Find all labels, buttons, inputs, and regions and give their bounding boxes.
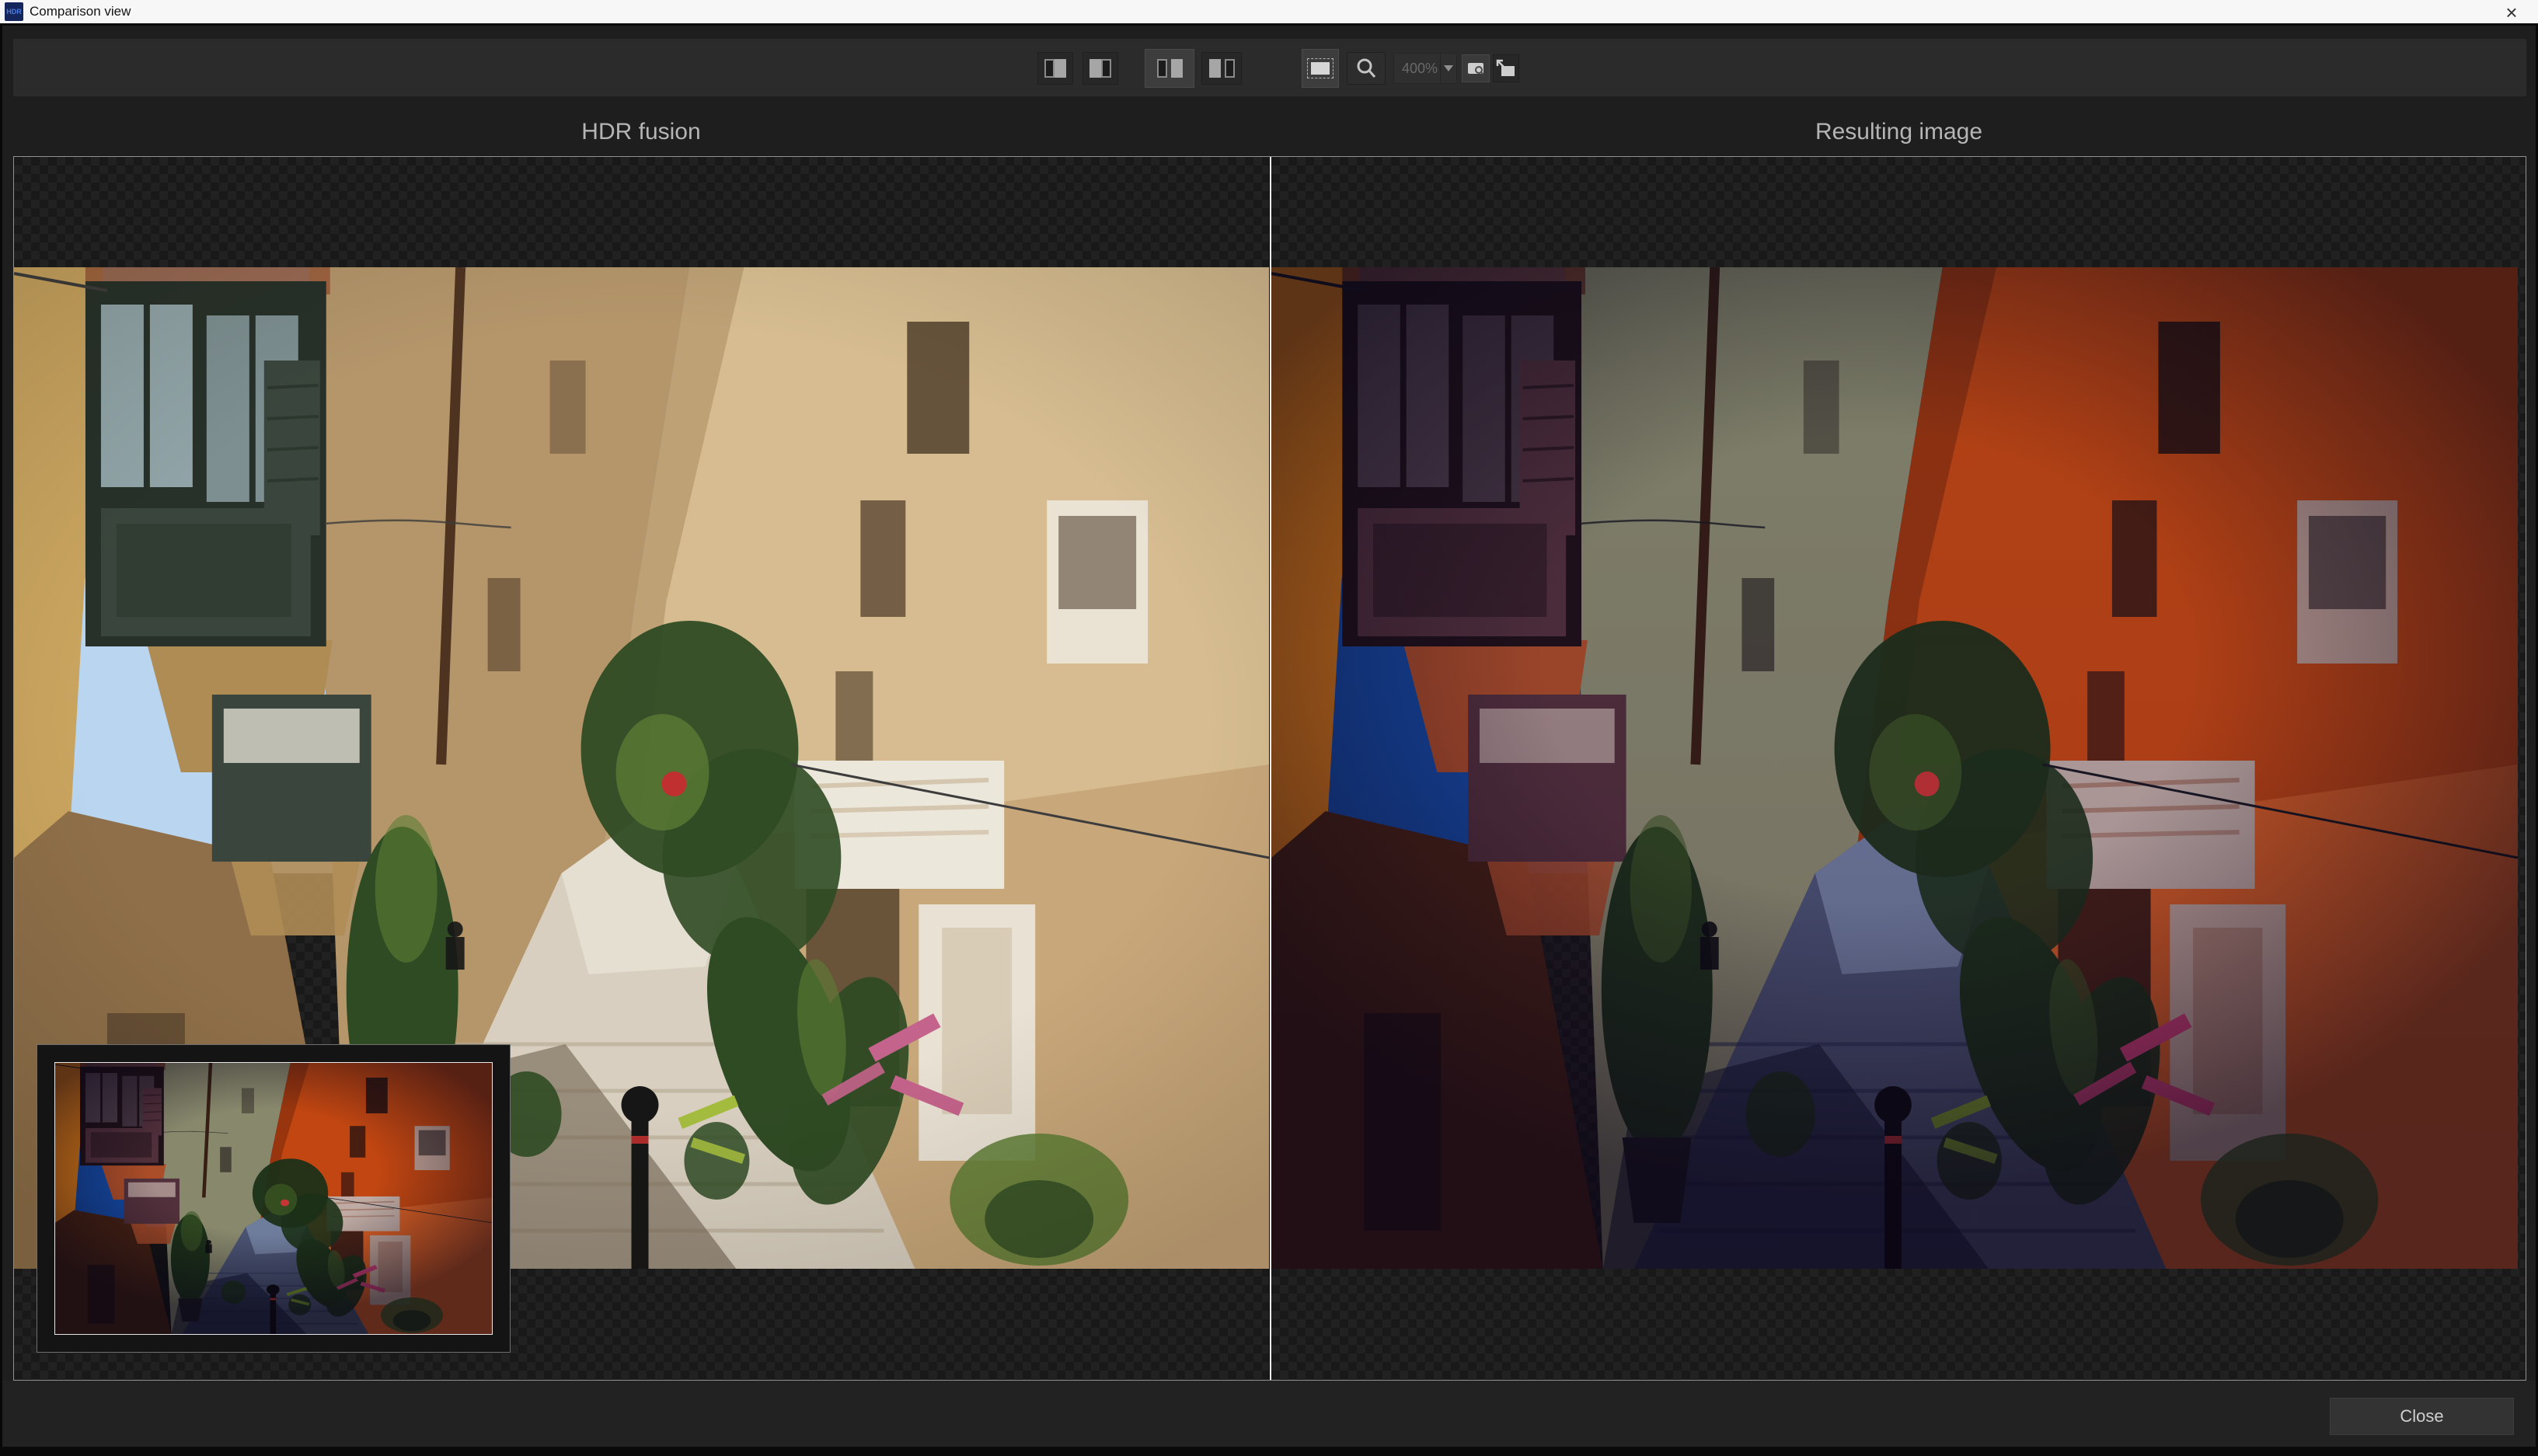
- show-right-image-button[interactable]: [1082, 52, 1118, 85]
- footer-bar: Close: [0, 1381, 2538, 1456]
- navigator-toggle-button[interactable]: [1302, 49, 1339, 88]
- titlebar: HDR Comparison view ×: [0, 0, 2538, 26]
- window-edge-bottom: [0, 1447, 2538, 1456]
- close-button[interactable]: Close: [2330, 1398, 2514, 1435]
- zoom-level-select[interactable]: 400%: [1393, 53, 1457, 84]
- fit-to-window-icon: [1466, 60, 1486, 77]
- right-image-result[interactable]: [1271, 267, 2518, 1269]
- split-view-icon: [1209, 59, 1235, 78]
- left-panel-title: HDR fusion: [13, 117, 1269, 148]
- actual-size-button[interactable]: [1493, 54, 1519, 82]
- street-scene-processed: [1271, 267, 2518, 1269]
- navigator-thumbnail[interactable]: [37, 1044, 511, 1353]
- show-right-image-icon: [1089, 59, 1111, 78]
- magnifier-icon: [1355, 57, 1377, 79]
- right-panel-title: Resulting image: [1271, 117, 2526, 148]
- side-by-side-button[interactable]: [1145, 49, 1194, 88]
- comparison-area: [13, 156, 2526, 1381]
- toolbar: 400%: [13, 39, 2526, 96]
- show-left-image-button[interactable]: [1037, 52, 1073, 85]
- close-icon[interactable]: ×: [2496, 0, 2527, 26]
- app-icon: HDR: [5, 2, 23, 21]
- window-title: Comparison view: [30, 4, 131, 19]
- actual-size-icon: [1496, 59, 1516, 78]
- navigator-thumbnail-icon: [1307, 58, 1333, 78]
- window-edge-left: [0, 26, 2, 1456]
- side-by-side-icon: [1157, 59, 1183, 78]
- show-left-image-icon: [1044, 59, 1066, 78]
- zoom-dropdown-arrow-icon[interactable]: [1441, 65, 1456, 71]
- zoom-tool-button[interactable]: [1347, 52, 1386, 85]
- zoom-level-value: 400%: [1394, 61, 1440, 77]
- split-view-button[interactable]: [1201, 52, 1242, 85]
- navigator-thumbnail-image[interactable]: [54, 1062, 493, 1335]
- panel-divider: [1269, 157, 1271, 1380]
- fit-to-window-button[interactable]: [1462, 54, 1490, 82]
